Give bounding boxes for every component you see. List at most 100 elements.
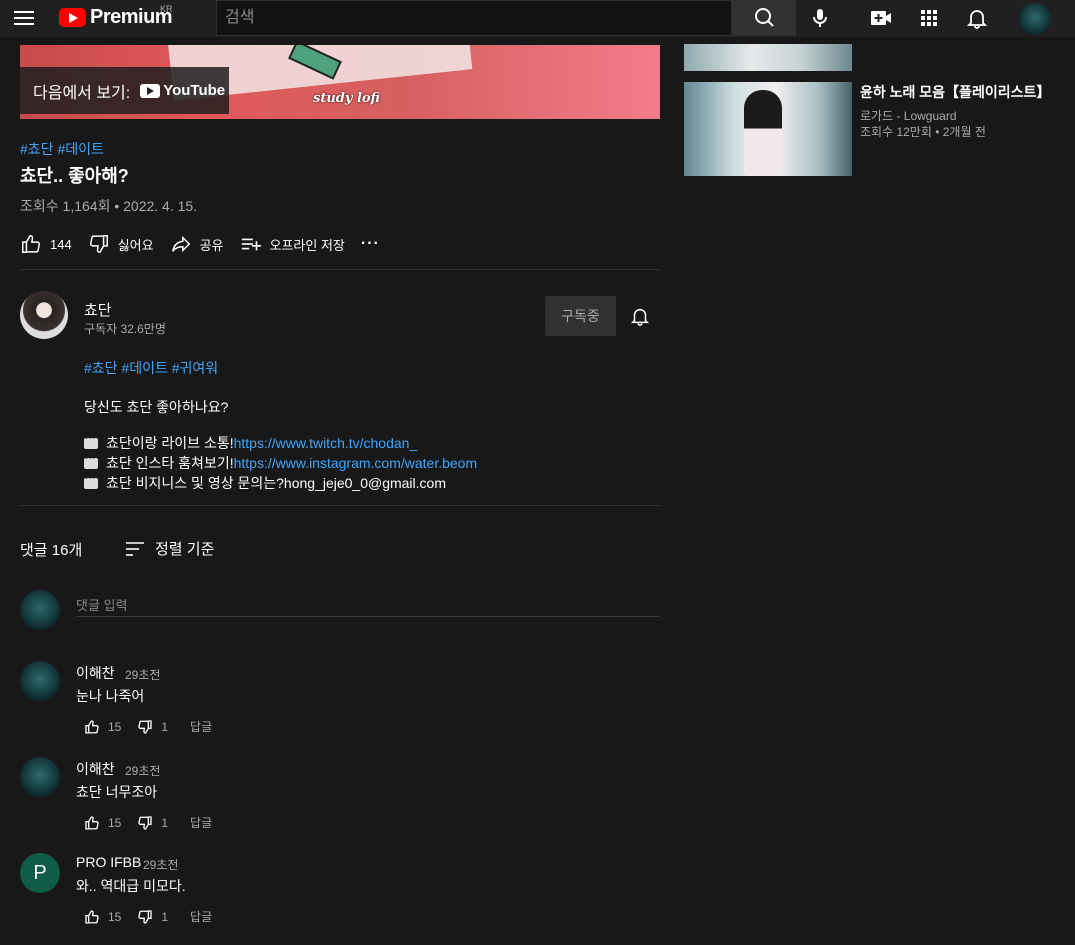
thumbs-up-icon[interactable] xyxy=(84,719,100,735)
save-label: 오프라인 저장 xyxy=(269,237,345,253)
thumbs-down-icon[interactable] xyxy=(137,909,153,925)
description-intro: 당신도 쵸단 좋아하나요? xyxy=(84,399,229,415)
speech-bubble-icon xyxy=(84,433,98,449)
search-button[interactable] xyxy=(732,0,796,36)
speech-bubble-icon xyxy=(84,453,98,469)
youtube-premium-logo[interactable]: Premium KR xyxy=(59,4,173,29)
dislike-label: 싫어요 xyxy=(117,237,154,253)
description-links: 쵸단이랑 라이브 소통! https://www.twitch.tv/choda… xyxy=(84,433,477,493)
hashtag-link[interactable]: #데이트 xyxy=(57,141,103,157)
menu-icon[interactable] xyxy=(14,8,34,28)
description-hashtag[interactable]: #귀여워 xyxy=(172,360,218,376)
reply-button[interactable]: 답글 xyxy=(190,718,212,735)
comment-like-count: 15 xyxy=(108,815,122,830)
comment-avatar[interactable]: P xyxy=(20,853,60,893)
player-overlay-text: study lofi xyxy=(313,91,381,106)
thumbs-down-icon[interactable] xyxy=(137,719,153,735)
sort-label: 정렬 기준 xyxy=(155,541,215,558)
comment-time[interactable]: 29초전 xyxy=(125,666,160,683)
related-video-meta: 조회수 12만회 • 2개월 전 xyxy=(860,125,986,139)
more-actions-button[interactable]: ··· xyxy=(361,235,380,253)
channel-name[interactable]: 쵸단 xyxy=(84,299,112,320)
twitch-link[interactable]: https://www.twitch.tv/chodan_ xyxy=(234,435,418,451)
channel-bell-icon[interactable] xyxy=(629,305,651,327)
thumbs-up-icon[interactable] xyxy=(84,909,100,925)
my-avatar xyxy=(20,590,60,630)
comment-text: 와.. 역대급 미모다. xyxy=(76,878,186,894)
comment-count: 댓글 16개 xyxy=(20,542,83,559)
comment-author[interactable]: PRO IFBB xyxy=(76,854,141,870)
reply-button[interactable]: 답글 xyxy=(190,814,212,831)
comment-avatar[interactable] xyxy=(20,757,60,797)
search-input[interactable] xyxy=(216,0,732,36)
comment-avatar[interactable] xyxy=(20,661,60,701)
like-button[interactable]: 144 xyxy=(20,233,72,255)
reply-button[interactable]: 답글 xyxy=(190,908,212,925)
related-video-channel[interactable]: 로가드 - Lowguard xyxy=(860,107,957,124)
comment-time[interactable]: 29초전 xyxy=(143,856,178,873)
account-avatar[interactable] xyxy=(1019,3,1051,35)
microphone-icon[interactable] xyxy=(808,6,832,30)
top-bar: Premium KR xyxy=(0,0,1075,37)
description-line-text: 쵸단 비지니스 및 영상 문의는? xyxy=(106,475,284,491)
thumbnail-figure xyxy=(744,90,782,176)
channel-subscribers: 구독자 32.6만명 xyxy=(84,322,166,336)
description-line-text: 쵸단 인스타 훔쳐보기! xyxy=(106,455,234,471)
divider xyxy=(20,269,660,270)
sort-icon xyxy=(126,541,144,556)
comment-time[interactable]: 29초전 xyxy=(125,762,160,779)
video-hashtags: #쵸단 #데이트 xyxy=(20,139,104,159)
comment-actions: 15 1 답글 xyxy=(84,814,212,831)
related-video-thumbnail[interactable] xyxy=(684,44,852,71)
create-video-icon[interactable] xyxy=(869,6,893,30)
description-line: 쵸단이랑 라이브 소통! https://www.twitch.tv/choda… xyxy=(84,433,477,453)
search-icon xyxy=(755,8,774,27)
youtube-small-logo-icon xyxy=(140,83,161,98)
watch-on-youtube-button[interactable]: 다음에서 보기: YouTube xyxy=(20,67,229,114)
description-line: 쵸단 인스타 훔쳐보기! https://www.instagram.com/w… xyxy=(84,453,477,473)
comment-like-count: 15 xyxy=(108,909,122,924)
apps-grid-icon[interactable] xyxy=(917,6,941,30)
divider xyxy=(20,505,660,506)
notifications-bell-icon[interactable] xyxy=(965,6,989,30)
comment-author[interactable]: 이해찬 xyxy=(76,759,115,779)
watch-on-brand: YouTube xyxy=(140,82,225,99)
video-player[interactable]: 다음에서 보기: YouTube study lofi xyxy=(20,45,660,119)
like-count: 144 xyxy=(50,236,72,252)
youtube-logo-icon xyxy=(59,8,86,27)
description-hashtag[interactable]: #쵸단 xyxy=(84,360,118,376)
business-email: hong_jeje0_0@gmail.com xyxy=(283,475,446,491)
comment-dislike-count: 1 xyxy=(161,909,169,924)
subscribed-button[interactable]: 구독중 xyxy=(545,296,616,336)
playlist-add-icon xyxy=(241,238,261,251)
dislike-button[interactable]: 싫어요 xyxy=(88,233,154,255)
comment-text: 눈나 나죽어 xyxy=(76,688,145,704)
thumbs-up-icon[interactable] xyxy=(84,815,100,831)
share-label: 공유 xyxy=(199,237,224,253)
video-actions: 144 싫어요 공유 오프라인 저장 ··· xyxy=(20,232,396,256)
related-video-thumbnail[interactable] xyxy=(684,82,852,176)
save-offline-button[interactable]: 오프라인 저장 xyxy=(240,233,345,255)
comment-input[interactable] xyxy=(76,595,660,617)
channel-avatar[interactable] xyxy=(20,291,68,339)
comment-dislike-count: 1 xyxy=(161,815,169,830)
thumbs-up-icon xyxy=(22,235,40,253)
description-hashtags: #쵸단 #데이트 #귀여워 xyxy=(84,358,218,378)
related-video-title[interactable]: 윤하 노래 모음【플레이리스트】 xyxy=(860,82,1050,102)
comment-text: 쵸단 너무조아 xyxy=(76,784,158,800)
thumbs-down-icon[interactable] xyxy=(137,815,153,831)
description-line-text: 쵸단이랑 라이브 소통! xyxy=(106,435,234,451)
share-button[interactable]: 공유 xyxy=(170,233,224,255)
speech-bubble-icon xyxy=(84,473,98,489)
video-meta: 조회수 1,164회 • 2022. 4. 15. xyxy=(20,198,198,214)
comment-dislike-count: 1 xyxy=(161,719,169,734)
watch-on-brand-text: YouTube xyxy=(163,82,226,99)
comment-author[interactable]: 이해찬 xyxy=(76,663,115,683)
region-code: KR xyxy=(160,4,173,14)
instagram-link[interactable]: https://www.instagram.com/water.beom xyxy=(234,455,478,471)
hashtag-link[interactable]: #쵸단 xyxy=(20,141,54,157)
comment-actions: 15 1 답글 xyxy=(84,908,212,925)
description-hashtag[interactable]: #데이트 xyxy=(121,360,167,376)
watch-on-label: 다음에서 보기: xyxy=(33,84,131,102)
sort-comments-button[interactable]: 정렬 기준 xyxy=(125,538,214,559)
